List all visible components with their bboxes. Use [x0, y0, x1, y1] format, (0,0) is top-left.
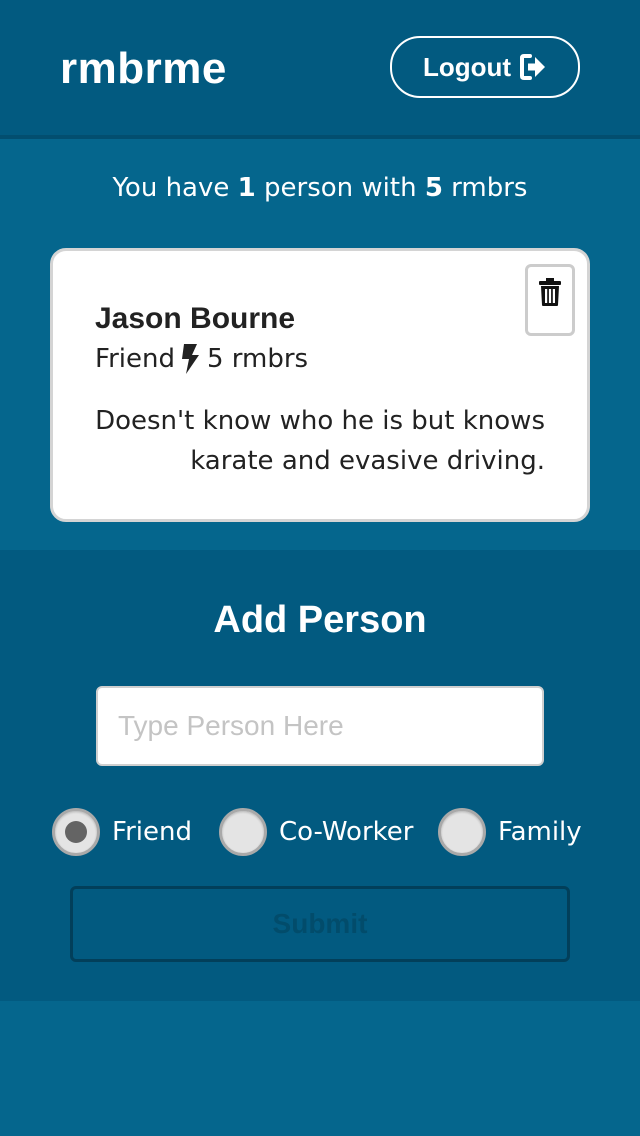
person-note: Doesn't know who he is but knows karate … — [95, 406, 545, 476]
radio-coworker[interactable]: Co-Worker — [219, 808, 413, 856]
summary-prefix: You have — [112, 173, 230, 203]
app-brand: rmbrme — [60, 44, 227, 93]
radio-family[interactable]: Family — [438, 808, 582, 856]
summary-middle: person with — [264, 173, 417, 203]
trash-icon — [538, 277, 562, 311]
radio-coworker-label: Co-Worker — [279, 817, 414, 847]
sign-out-icon — [519, 53, 547, 81]
person-name: Jason Bourne — [95, 302, 296, 335]
person-relation: Friend — [95, 344, 175, 374]
app-header: rmbrme Logout — [0, 0, 640, 139]
radio-friend[interactable]: Friend — [52, 808, 192, 856]
radio-friend-label: Friend — [112, 817, 192, 847]
radio-friend-circle[interactable] — [52, 808, 100, 856]
summary-suffix: rmbrs — [451, 173, 528, 203]
person-count: 1 — [237, 173, 256, 203]
delete-person-button[interactable] — [525, 264, 575, 336]
person-meta: Friend 5 rmbrs — [95, 341, 308, 377]
submit-button[interactable]: Submit — [70, 886, 570, 962]
summary-text: You have 1 person with 5 rmbrs — [0, 168, 640, 208]
radio-coworker-circle[interactable] — [219, 808, 267, 856]
person-card: Jason Bourne Friend 5 rmbrs Doesn't know… — [50, 248, 590, 522]
add-person-section: Add Person Friend Co-Worker Family Submi… — [0, 550, 640, 1001]
rmbr-count: 5 — [424, 173, 443, 203]
logout-button[interactable]: Logout — [390, 36, 580, 98]
bolt-icon — [179, 343, 201, 375]
person-rmbr-count: 5 rmbrs — [206, 344, 309, 374]
add-person-title: Add Person — [213, 599, 427, 641]
person-name-input[interactable] — [96, 686, 544, 766]
logout-label: Logout — [422, 51, 512, 82]
radio-family-label: Family — [498, 817, 582, 847]
radio-family-circle[interactable] — [438, 808, 486, 856]
